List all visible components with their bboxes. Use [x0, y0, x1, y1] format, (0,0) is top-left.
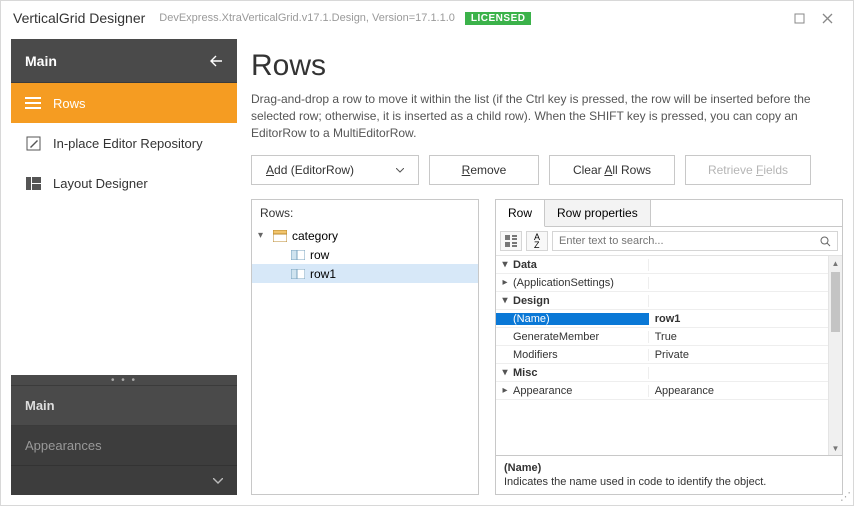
categorized-button[interactable]: [500, 231, 522, 251]
alphabetical-button[interactable]: AZ: [526, 231, 548, 251]
sidebar-item-editor-repo[interactable]: In-place Editor Repository: [11, 123, 237, 163]
search-input[interactable]: [559, 235, 820, 247]
property-grid: ▾Data ▸(ApplicationSettings) ▾Design (Na…: [496, 256, 842, 455]
sidebar-splitter[interactable]: • • •: [11, 375, 237, 385]
collapse-icon[interactable]: ▾: [258, 230, 268, 241]
sort-az-icon: AZ: [534, 233, 540, 249]
search-icon: [820, 236, 831, 247]
sidebar-item-rows[interactable]: Rows: [11, 83, 237, 123]
edit-icon: [25, 135, 41, 151]
prop-category-design[interactable]: ▾Design: [496, 292, 828, 310]
tree-node-row[interactable]: row: [252, 245, 478, 264]
tree-node-category[interactable]: ▾ category: [252, 226, 478, 245]
rows-icon: [25, 95, 41, 111]
tab-row[interactable]: Row: [496, 200, 545, 227]
prop-row-generatemember[interactable]: GenerateMemberTrue: [496, 328, 828, 346]
sidebar-tab-label: Appearances: [25, 438, 102, 453]
remove-button[interactable]: Remove: [429, 155, 539, 185]
property-scrollbar[interactable]: ▲ ▼: [828, 256, 842, 455]
rows-tree: Rows: ▾ category row ro: [251, 199, 479, 495]
prop-row-modifiers[interactable]: ModifiersPrivate: [496, 346, 828, 364]
sidebar-item-label: Layout Designer: [53, 176, 148, 191]
app-version: DevExpress.XtraVerticalGrid.v17.1.Design…: [159, 12, 455, 24]
row-icon: [290, 267, 306, 281]
chevron-down-icon: [213, 478, 223, 484]
scroll-down-icon[interactable]: ▼: [829, 441, 842, 455]
sidebar-item-layout[interactable]: Layout Designer: [11, 163, 237, 203]
tree-node-label: row: [310, 248, 329, 262]
close-icon: [822, 13, 833, 24]
sidebar-expand-button[interactable]: [11, 465, 237, 495]
prop-row-appsettings[interactable]: ▸(ApplicationSettings): [496, 274, 828, 292]
scroll-thumb[interactable]: [831, 272, 840, 332]
sidebar-tab-appearances[interactable]: Appearances: [11, 425, 237, 465]
license-badge: LICENSED: [465, 12, 532, 25]
toolbar: Add (EditorRow) Remove Clear All Rows Re…: [251, 155, 843, 185]
property-description-title: (Name): [504, 462, 834, 474]
prop-category-misc[interactable]: ▾Misc: [496, 364, 828, 382]
sidebar-header-label: Main: [25, 53, 57, 69]
app-title: VerticalGrid Designer: [13, 10, 145, 26]
categorized-icon: [505, 235, 517, 247]
category-icon: [272, 229, 288, 243]
property-description-body: Indicates the name used in code to ident…: [504, 476, 834, 488]
property-search[interactable]: [552, 231, 838, 251]
page-description: Drag-and-drop a row to move it within th…: [251, 91, 843, 141]
title-bar: VerticalGrid Designer DevExpress.XtraVer…: [1, 1, 853, 35]
prop-row-appearance[interactable]: ▸AppearanceAppearance: [496, 382, 828, 400]
tab-row-properties[interactable]: Row properties: [545, 200, 651, 226]
property-description: (Name) Indicates the name used in code t…: [496, 455, 842, 494]
sidebar-header: Main: [11, 39, 237, 83]
scroll-up-icon[interactable]: ▲: [829, 256, 842, 270]
layout-icon: [25, 175, 41, 191]
tree-header: Rows:: [252, 200, 478, 226]
prop-row-name[interactable]: (Name)row1: [496, 310, 828, 328]
row-icon: [290, 248, 306, 262]
window-close-button[interactable]: [813, 7, 841, 29]
window-restore-button[interactable]: [785, 7, 813, 29]
sidebar: Main Rows In-place Editor Repository Lay…: [11, 39, 237, 495]
page-title: Rows: [251, 49, 843, 83]
sidebar-item-label: In-place Editor Repository: [53, 136, 203, 151]
retrieve-fields-button[interactable]: Retrieve Fields: [685, 155, 811, 185]
prop-category-data[interactable]: ▾Data: [496, 256, 828, 274]
main-panel: Rows Drag-and-drop a row to move it with…: [251, 39, 843, 495]
tree-node-row1[interactable]: row1: [252, 264, 478, 283]
tree-node-label: category: [292, 229, 338, 243]
tree-node-label: row1: [310, 267, 336, 281]
property-pane: Row Row properties AZ ▾Data ▸(Applicatio…: [495, 199, 843, 495]
back-icon[interactable]: [209, 55, 223, 67]
restore-icon: [794, 13, 805, 24]
chevron-down-icon: [396, 168, 404, 173]
sidebar-item-label: Rows: [53, 96, 86, 111]
sidebar-tab-main[interactable]: Main: [11, 385, 237, 425]
add-row-button[interactable]: Add (EditorRow): [251, 155, 419, 185]
clear-all-button[interactable]: Clear All Rows: [549, 155, 675, 185]
sidebar-tab-label: Main: [25, 398, 55, 413]
resize-grip[interactable]: ⋰: [840, 490, 849, 503]
